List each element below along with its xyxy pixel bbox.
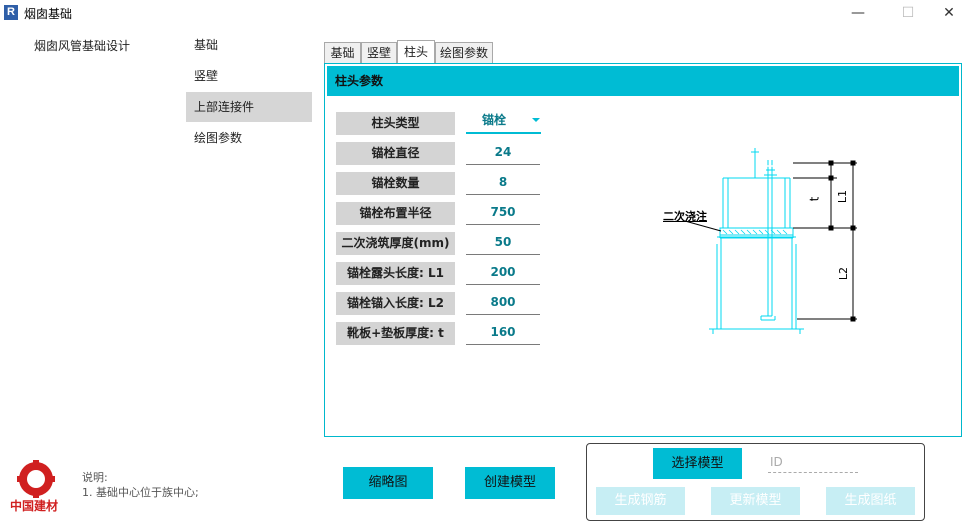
note-line: 1. 基础中心位于族中心; [82,486,199,499]
param-label-type: 柱头类型 [336,112,455,135]
chevron-down-icon [532,118,540,122]
title-bar: R 烟囱基础 — ☐ ✕ [0,0,964,26]
tab-foundation[interactable]: 基础 [324,42,361,63]
note-title: 说明: [82,471,108,484]
type-select[interactable]: 锚栓 [466,110,541,134]
type-select-value: 锚栓 [482,113,507,127]
param-label: 靴板+垫板厚度: t [336,322,455,345]
window-title: 烟囱基础 [24,7,73,21]
param-label: 锚栓直径 [336,142,455,165]
create-model-button[interactable]: 创建模型 [465,467,555,499]
grout-label: 二次浇注 [663,210,707,223]
revit-app-icon: R [4,5,18,20]
param-label: 锚栓露头长度: L1 [336,262,455,285]
dim-t-label: t [807,196,822,202]
param-input[interactable]: 160 [466,321,540,345]
dim-l1-label: L1 [836,189,850,204]
column-head-panel: 柱头参数 柱头类型 锚栓 锚栓直径 24 锚栓数量 8 锚栓布置半径 750 二… [324,63,962,437]
nav-item-wall[interactable]: 竖壁 [186,61,312,91]
dim-l2-label: L2 [837,266,851,281]
param-label: 锚栓锚入长度: L2 [336,292,455,315]
param-input[interactable]: 50 [466,231,540,255]
generate-drawing-button[interactable]: 生成图纸 [826,487,915,515]
nav-item-foundation[interactable]: 基础 [186,30,312,60]
tab-drawing-params[interactable]: 绘图参数 [435,42,493,63]
param-input[interactable]: 200 [466,261,540,285]
anchor-bolt-diagram [684,148,857,334]
id-input[interactable]: ID [768,453,858,473]
panel-title: 柱头参数 [327,66,959,96]
logo-text: 中国建材 [10,499,59,513]
select-model-button[interactable]: 选择模型 [653,448,742,479]
update-model-button[interactable]: 更新模型 [711,487,800,515]
param-label: 锚栓数量 [336,172,455,195]
param-label: 锚栓布置半径 [336,202,455,225]
nav-item-connector[interactable]: 上部连接件 [186,92,312,122]
tab-column-head[interactable]: 柱头 [397,40,435,64]
nav-root-item[interactable]: 烟囱风管基础设计 [34,37,130,54]
param-label: 二次浇筑厚度(mm) [336,232,455,255]
thumbnail-button[interactable]: 缩略图 [343,467,433,499]
minimize-button[interactable]: — [838,2,878,24]
tab-wall[interactable]: 竖壁 [361,42,397,63]
param-input[interactable]: 8 [466,171,540,195]
maximize-button[interactable]: ☐ [888,2,928,24]
param-input[interactable]: 750 [466,201,540,225]
param-input[interactable]: 24 [466,141,540,165]
close-button[interactable]: ✕ [934,2,964,24]
generate-rebar-button[interactable]: 生成钢筋 [596,487,685,515]
param-input[interactable]: 800 [466,291,540,315]
nav-item-drawing-params[interactable]: 绘图参数 [186,123,312,153]
